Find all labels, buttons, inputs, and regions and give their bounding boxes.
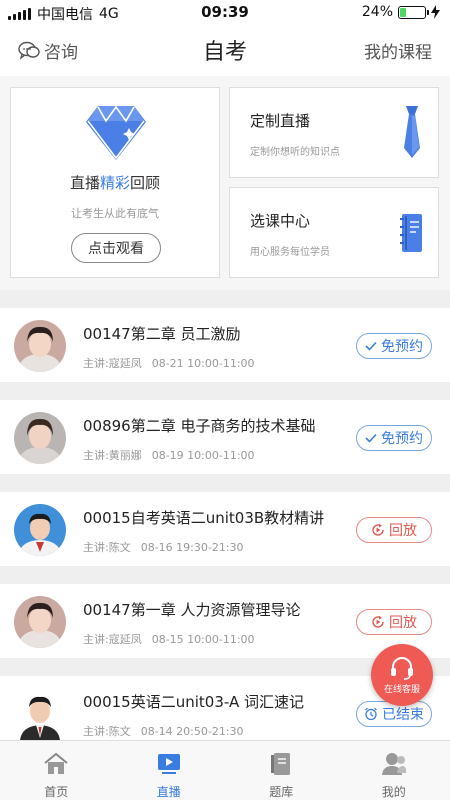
home-icon — [44, 752, 68, 774]
course-time: 08-14 20:50-21:30 — [140, 725, 244, 738]
divider — [0, 290, 450, 308]
tab-profile[interactable]: 我的 — [338, 741, 450, 800]
tab-label: 题库 — [269, 785, 294, 799]
avatar — [14, 412, 66, 464]
status-right: 24% — [362, 4, 440, 20]
status-label: 免预约 — [381, 339, 423, 355]
feature-area: 直播精彩回顾 让考生从此有底气 点击观看 定制直播 定制你想听的知识点 选课中心… — [0, 76, 450, 290]
diamond-icon — [86, 105, 146, 160]
course-teacher: 主讲:陈文 — [83, 725, 131, 738]
live-replay-title: 直播精彩回顾 — [11, 172, 219, 193]
course-title: 00896第二章 电子商务的技术基础 — [83, 417, 316, 435]
course-row[interactable]: 00015自考英语二unit03B教材精讲 主讲:陈文 08-16 19:30-2… — [0, 492, 450, 566]
tie-icon — [404, 106, 420, 158]
course-meta: 主讲:黄丽娜 08-19 10:00-11:00 — [83, 447, 255, 463]
course-title: 00015英语二unit03-A 词汇速记 — [83, 693, 304, 711]
tab-live[interactable]: 直播 — [113, 741, 226, 800]
tab-label: 我的 — [381, 785, 406, 799]
status-label: 回放 — [389, 615, 417, 631]
course-time: 08-16 19:30-21:30 — [140, 541, 244, 554]
tab-bar: 首页 直播 题库 我的 — [0, 740, 450, 800]
tab-label: 直播 — [156, 785, 181, 799]
watch-button[interactable]: 点击观看 — [71, 233, 161, 263]
alarm-clock-icon — [365, 707, 377, 721]
course-time: 08-15 10:00-11:00 — [151, 633, 255, 646]
course-time: 08-19 10:00-11:00 — [151, 449, 255, 462]
custom-live-card[interactable]: 定制直播 定制你想听的知识点 — [229, 87, 439, 178]
status-label: 已结束 — [382, 707, 424, 723]
replay-button[interactable]: 回放 — [356, 609, 432, 635]
status-bar: 中国电信 4G 09:39 24% — [0, 0, 450, 24]
course-meta: 主讲:陈文 08-14 20:50-21:30 — [83, 723, 244, 739]
avatar — [14, 320, 66, 372]
course-time: 08-21 10:00-11:00 — [151, 357, 255, 370]
my-courses-link[interactable]: 我的课程 — [364, 38, 432, 63]
avatar — [14, 504, 66, 556]
battery-percent: 24% — [361, 4, 393, 20]
course-teacher: 主讲:黄丽娜 — [83, 449, 142, 462]
status-button[interactable]: 免预约 — [356, 333, 432, 359]
course-row[interactable]: 00147第二章 员工激励 主讲:寇延凤 08-21 10:00-11:00 免预… — [0, 308, 450, 382]
battery-icon — [398, 5, 429, 19]
course-meta: 主讲:寇延凤 08-21 10:00-11:00 — [83, 355, 255, 371]
custom-live-subtitle: 定制你想听的知识点 — [250, 147, 340, 158]
charging-icon — [431, 5, 440, 19]
divider — [0, 566, 450, 584]
course-row[interactable]: 00896第二章 电子商务的技术基础 主讲:黄丽娜 08-19 10:00-11:… — [0, 400, 450, 474]
course-center-title: 选课中心 — [250, 212, 311, 230]
course-row[interactable]: 00147第一章 人力资源管理导论 主讲:寇延凤 08-15 10:00-11:0… — [0, 584, 450, 658]
course-title: 00015自考英语二unit03B教材精讲 — [83, 509, 325, 527]
live-icon — [157, 754, 180, 774]
title-suffix: 回顾 — [130, 174, 161, 192]
course-center-subtitle: 用心服务每位学员 — [250, 247, 330, 258]
title-highlight: 精彩 — [99, 174, 130, 192]
avatar — [14, 688, 66, 740]
live-replay-card[interactable]: 直播精彩回顾 让考生从此有底气 点击观看 — [10, 87, 220, 278]
headset-icon — [391, 656, 413, 680]
check-icon — [365, 341, 377, 351]
course-title: 00147第一章 人力资源管理导论 — [83, 601, 301, 619]
course-teacher: 主讲:寇延凤 — [83, 633, 142, 646]
notebook-icon — [400, 214, 422, 252]
customer-service-button[interactable]: 在线客服 — [371, 644, 433, 706]
divider — [0, 382, 450, 400]
course-meta: 主讲:陈文 08-16 19:30-21:30 — [83, 539, 244, 555]
avatar — [14, 596, 66, 648]
title-prefix: 直播 — [69, 174, 100, 192]
tab-home[interactable]: 首页 — [0, 741, 113, 800]
profile-icon — [381, 753, 406, 775]
replay-button[interactable]: 回放 — [356, 517, 432, 543]
course-teacher: 主讲:陈文 — [83, 541, 131, 554]
course-center-card[interactable]: 选课中心 用心服务每位学员 — [229, 187, 439, 278]
tab-label: 首页 — [44, 785, 69, 799]
course-teacher: 主讲:寇延凤 — [83, 357, 142, 370]
live-replay-subtitle: 让考生从此有底气 — [71, 207, 159, 220]
replay-icon — [372, 615, 384, 628]
customer-service-label: 在线客服 — [383, 684, 420, 695]
header: 咨询 自考 我的课程 — [0, 24, 450, 76]
status-label: 免预约 — [381, 431, 423, 447]
check-icon — [365, 433, 377, 443]
course-meta: 主讲:寇延凤 08-15 10:00-11:00 — [83, 631, 255, 647]
status-button[interactable]: 免预约 — [356, 425, 432, 451]
custom-live-title: 定制直播 — [250, 112, 311, 130]
replay-icon — [372, 523, 384, 536]
course-title: 00147第二章 员工激励 — [83, 325, 241, 343]
question-bank-icon — [271, 753, 291, 775]
tab-question-bank[interactable]: 题库 — [225, 741, 338, 800]
divider — [0, 474, 450, 492]
status-label: 回放 — [389, 523, 417, 539]
